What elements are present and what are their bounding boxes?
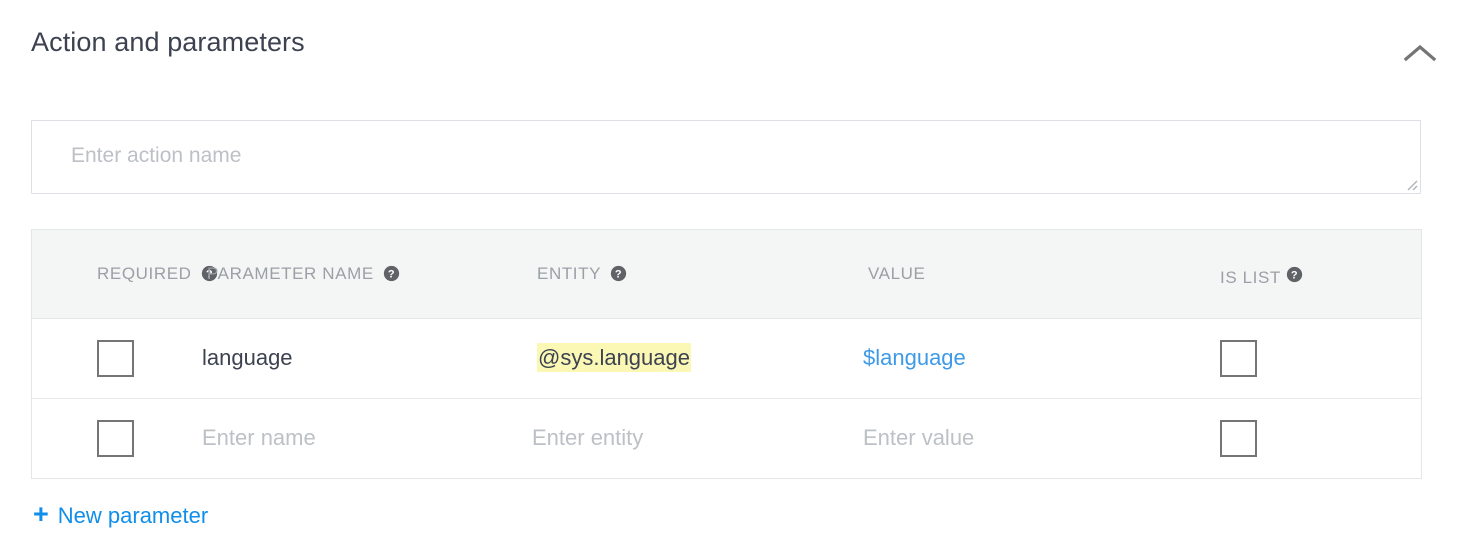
collapse-section-button[interactable] bbox=[1396, 30, 1444, 78]
parameter-name-input[interactable]: language bbox=[202, 318, 532, 398]
parameters-table: REQUIRED ? PARAMETER NAME bbox=[31, 229, 1422, 479]
help-circle-icon-is-list[interactable]: ? bbox=[1286, 266, 1303, 283]
is-list-checkbox[interactable] bbox=[1220, 340, 1257, 377]
table-header-row: REQUIRED ? PARAMETER NAME bbox=[32, 230, 1421, 318]
entity-highlight-chip: @sys.language bbox=[537, 343, 691, 372]
svg-text:?: ? bbox=[388, 269, 395, 281]
column-label-value: VALUE bbox=[868, 264, 926, 284]
is-list-checkbox[interactable] bbox=[1220, 420, 1257, 457]
cell-required bbox=[32, 318, 202, 398]
entity-input[interactable]: @sys.language bbox=[532, 318, 863, 398]
table-row: language @sys.language $language bbox=[32, 318, 1421, 398]
column-header-value: VALUE bbox=[863, 230, 1193, 318]
svg-text:?: ? bbox=[1291, 270, 1298, 282]
required-checkbox[interactable] bbox=[97, 420, 134, 457]
parameter-name-input[interactable]: Enter name bbox=[202, 398, 532, 478]
entity-input[interactable]: Enter entity bbox=[532, 398, 863, 478]
column-header-entity: ENTITY ? bbox=[532, 230, 863, 318]
help-circle-icon-entity[interactable]: ? bbox=[610, 265, 627, 282]
help-circle-icon-parameter-name[interactable]: ? bbox=[383, 265, 400, 282]
column-header-required: REQUIRED ? bbox=[32, 230, 202, 318]
svg-text:?: ? bbox=[615, 269, 622, 281]
cell-is-list bbox=[1193, 318, 1421, 398]
section-header: Action and parameters bbox=[0, 0, 1472, 96]
column-header-is-list: IS LIST ? bbox=[1193, 230, 1421, 318]
new-parameter-button[interactable]: + New parameter bbox=[33, 502, 208, 529]
column-label-required: REQUIRED bbox=[97, 264, 192, 284]
new-parameter-label: New parameter bbox=[58, 503, 208, 529]
chevron-up-icon bbox=[1402, 42, 1438, 66]
page-title: Action and parameters bbox=[31, 27, 305, 58]
column-header-parameter-name: PARAMETER NAME ? bbox=[202, 230, 532, 318]
plus-icon: + bbox=[33, 501, 49, 528]
column-label-is-list: IS LIST bbox=[1220, 268, 1281, 287]
action-name-field[interactable] bbox=[31, 120, 1421, 194]
value-input[interactable]: $language bbox=[863, 318, 1193, 398]
column-label-entity: ENTITY bbox=[537, 264, 601, 284]
cell-required bbox=[32, 398, 202, 478]
column-label-parameter-name: PARAMETER NAME bbox=[207, 264, 374, 284]
action-name-input[interactable] bbox=[31, 120, 1421, 194]
required-checkbox[interactable] bbox=[97, 340, 134, 377]
table-row: Enter name Enter entity Enter value bbox=[32, 398, 1421, 478]
value-input[interactable]: Enter value bbox=[863, 398, 1193, 478]
cell-is-list bbox=[1193, 398, 1421, 478]
